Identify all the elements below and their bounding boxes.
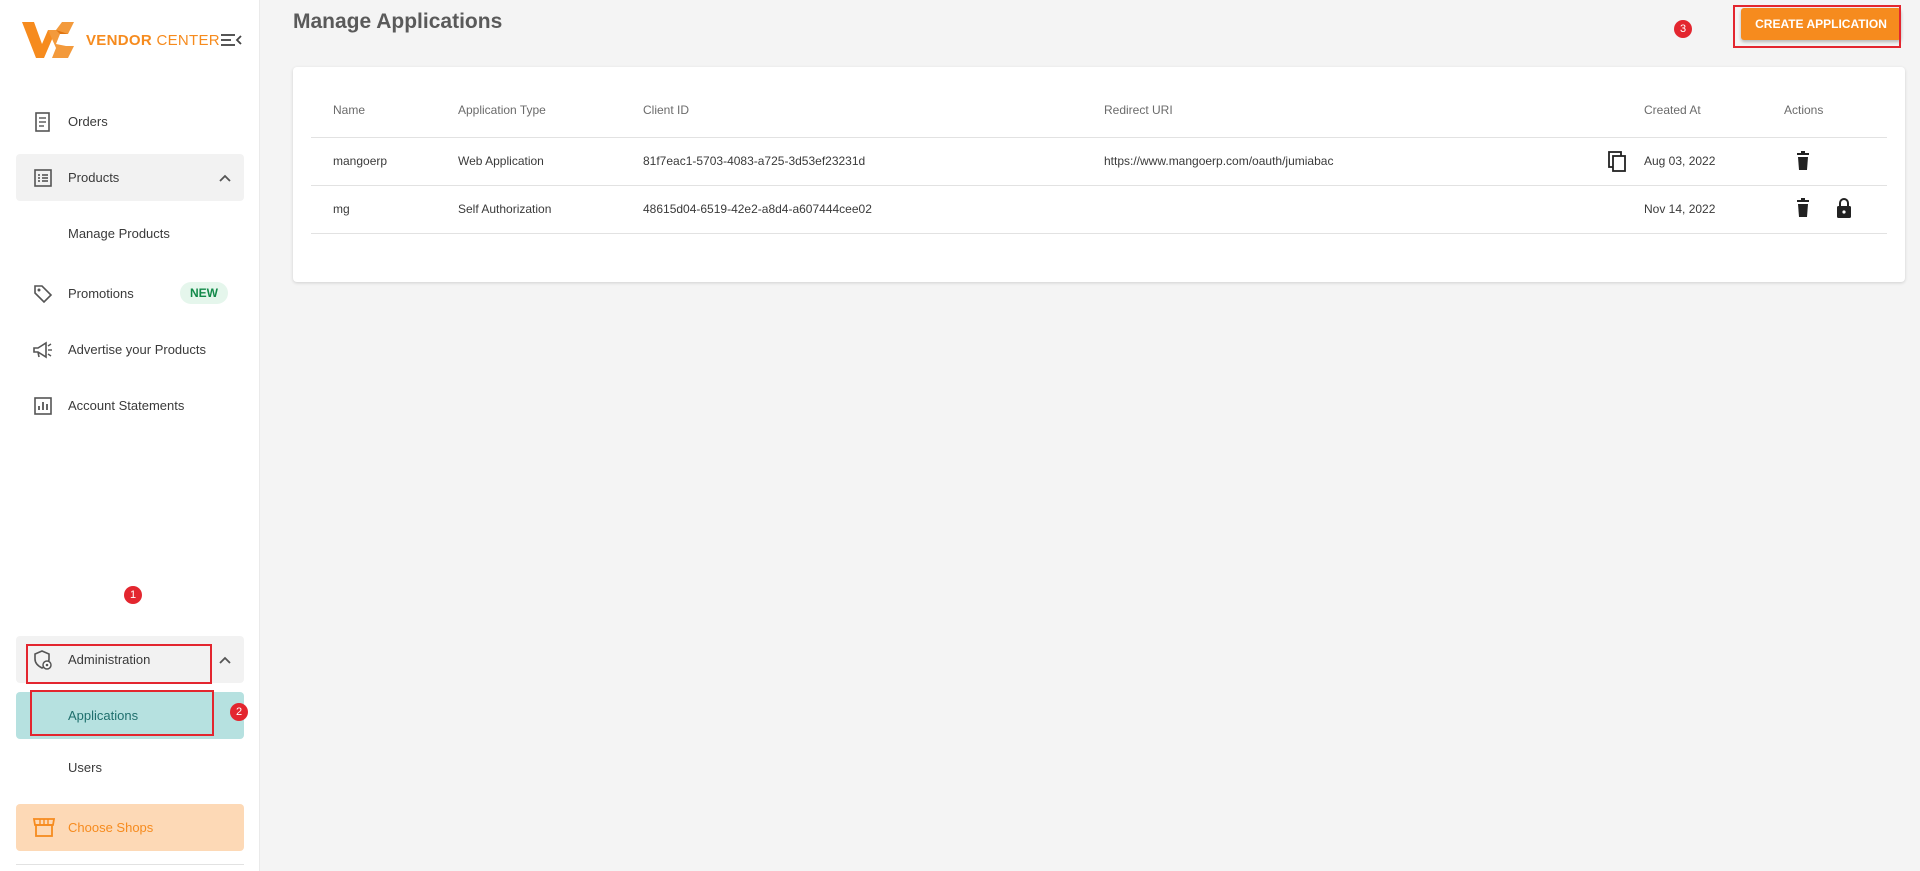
annotation-marker-2: 2 [230, 703, 248, 721]
applications-table-card: Name Application Type Client ID Redirect… [293, 67, 1905, 282]
vc-logo-icon [22, 22, 74, 58]
divider [16, 864, 244, 865]
sidebar-item-manage-products[interactable]: Manage Products [16, 210, 244, 257]
sidebar-item-label: Promotions [68, 286, 134, 301]
shop-icon [32, 818, 56, 837]
cell-created-at: Aug 03, 2022 [1644, 154, 1716, 168]
sidebar-item-orders[interactable]: Orders [16, 98, 244, 145]
cell-application-type: Web Application [458, 154, 544, 168]
annotation-marker-3: 3 [1674, 20, 1692, 38]
sidebar: VENDOR CENTER Orders Products Manage Pro… [0, 0, 260, 871]
column-header-actions: Actions [1784, 103, 1824, 117]
chevron-up-icon[interactable] [218, 653, 232, 667]
sidebar-item-label: Orders [68, 114, 108, 129]
cell-client-id: 81f7eac1-5703-4083-a725-3d53ef23231d [643, 154, 866, 168]
sidebar-item-label: Account Statements [68, 398, 185, 413]
trash-icon[interactable] [1793, 150, 1813, 172]
column-header-name: Name [333, 103, 366, 117]
header-divider [311, 137, 1887, 138]
megaphone-icon [32, 339, 54, 361]
chevron-up-icon[interactable] [218, 171, 232, 185]
annotation-box-applications [30, 690, 214, 736]
cell-created-at: Nov 14, 2022 [1644, 202, 1716, 216]
sidebar-item-account-statements[interactable]: Account Statements [16, 382, 244, 429]
row-divider [311, 233, 1887, 234]
tag-icon [32, 283, 54, 305]
collapse-menu-icon[interactable] [219, 30, 243, 50]
cell-redirect-uri: https://www.mangoerp.com/oauth/jumiabac [1104, 154, 1334, 168]
brand-name: VENDOR CENTER [86, 31, 220, 49]
cell-name: mg [333, 202, 350, 216]
trash-icon[interactable] [1793, 197, 1813, 219]
annotation-box-create-application [1733, 5, 1901, 48]
sidebar-item-users[interactable]: Users [16, 744, 244, 791]
new-badge: NEW [180, 282, 228, 304]
sidebar-item-label: Advertise your Products [68, 342, 207, 357]
column-header-application-type: Application Type [458, 103, 546, 117]
copy-icon[interactable] [1607, 150, 1627, 172]
sidebar-item-label: Manage Products [68, 226, 170, 241]
receipt-icon [32, 111, 54, 133]
annotation-box-administration [26, 644, 212, 684]
choose-shops-button[interactable]: Choose Shops [16, 804, 244, 851]
annotation-marker-1: 1 [124, 586, 142, 604]
row-divider [311, 185, 1887, 186]
vendor-center-logo[interactable]: VENDOR CENTER [22, 20, 220, 60]
page-title: Manage Applications [293, 10, 503, 33]
choose-shops-label: Choose Shops [68, 820, 154, 835]
sidebar-item-label: Products [68, 170, 120, 185]
column-header-redirect-uri: Redirect URI [1104, 103, 1173, 117]
cell-application-type: Self Authorization [458, 202, 552, 216]
chart-box-icon [32, 395, 54, 417]
column-header-client-id: Client ID [643, 103, 690, 117]
list-icon [32, 167, 54, 189]
lock-icon[interactable] [1834, 197, 1854, 219]
sidebar-item-advertise[interactable]: Advertise your Products [16, 326, 244, 373]
sidebar-item-label: Users [68, 760, 102, 775]
cell-name: mangoerp [333, 154, 388, 168]
cell-client-id: 48615d04-6519-42e2-a8d4-a607444cee02 [643, 202, 872, 216]
column-header-created-at: Created At [1644, 103, 1701, 117]
sidebar-item-products[interactable]: Products [16, 154, 244, 201]
sidebar-item-promotions[interactable]: Promotions NEW [16, 270, 244, 317]
